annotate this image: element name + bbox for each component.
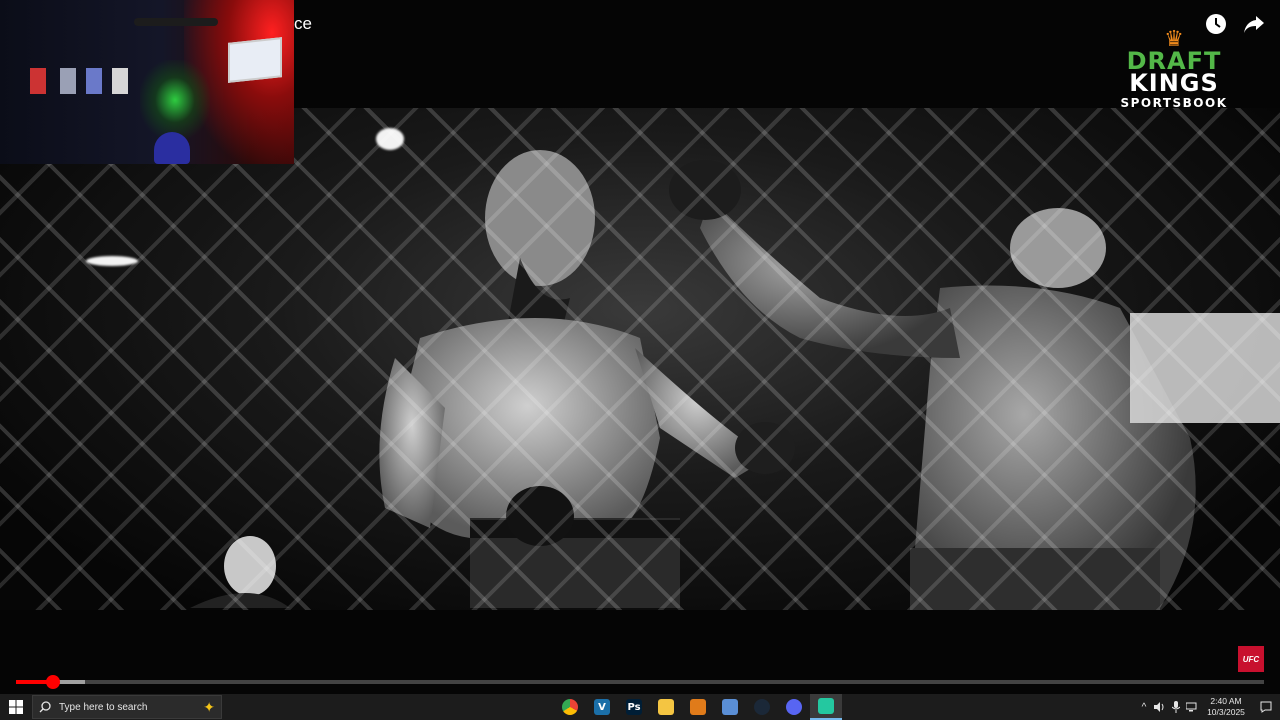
webcam-poster — [112, 68, 128, 94]
taskbar-apps: V Ps — [554, 694, 842, 720]
webcam-poster — [86, 68, 102, 94]
webcam-overlay — [0, 0, 294, 164]
share-icon[interactable] — [1242, 12, 1266, 36]
progress-bar[interactable] — [16, 675, 1264, 689]
logo-line-kings: KINGS — [1129, 69, 1219, 97]
chevron-up-icon[interactable]: ^ — [1136, 694, 1152, 720]
start-button[interactable] — [0, 694, 32, 720]
app-icon — [722, 699, 738, 715]
webcam-poster — [30, 68, 46, 94]
webcam-streamer — [154, 132, 190, 164]
webcam-poster — [60, 68, 76, 94]
notification-icon[interactable] — [1252, 694, 1280, 720]
taskbar-search[interactable]: Type here to search ✦ — [32, 695, 222, 719]
taskbar-app-app[interactable] — [714, 694, 746, 720]
webcam-ceiling-fan — [134, 18, 218, 26]
sparkle-icon: ✦ — [203, 698, 215, 715]
photoshop-icon: Ps — [626, 699, 642, 715]
network-icon[interactable] — [1184, 694, 1200, 720]
taskbar-app-photoshop[interactable]: Ps — [618, 694, 650, 720]
system-clock[interactable]: 2:40 AM 10/3/2025 — [1200, 696, 1252, 718]
windows-taskbar: Type here to search ✦ V Ps ^ 2:40 AM 10/3… — [0, 694, 1280, 720]
video-title: ce — [294, 14, 312, 33]
webcam-tv-screen — [228, 37, 282, 83]
taskbar-app-vegas[interactable]: V — [586, 694, 618, 720]
clock-date: 10/3/2025 — [1207, 707, 1245, 717]
file-explorer-icon — [658, 699, 674, 715]
taskbar-app-browser[interactable] — [682, 694, 714, 720]
discord-icon — [786, 699, 802, 715]
volume-icon[interactable] — [1152, 694, 1168, 720]
fighter-left — [190, 150, 1280, 610]
app-active-icon — [818, 698, 834, 714]
draftkings-sportsbook-logo: ♛ DRAFT KINGS SPORTSBOOK — [1106, 28, 1242, 114]
taskbar-app-app-active[interactable] — [810, 694, 842, 720]
vegas-icon: V — [594, 699, 610, 715]
screen: ce ♛ DRAFT KINGS SPORTSBOOK UFC Type her… — [0, 0, 1280, 720]
ufc-badge[interactable]: UFC — [1238, 646, 1264, 672]
taskbar-app-chrome[interactable] — [554, 694, 586, 720]
taskbar-app-steam[interactable] — [746, 694, 778, 720]
taskbar-app-file-explorer[interactable] — [650, 694, 682, 720]
microphone-icon[interactable] — [1168, 694, 1184, 720]
video-player[interactable]: ce ♛ DRAFT KINGS SPORTSBOOK UFC — [0, 0, 1280, 694]
logo-line-sportsbook: SPORTSBOOK — [1120, 96, 1228, 110]
progress-scrubber[interactable] — [46, 675, 61, 689]
clock-time: 2:40 AM — [1210, 696, 1242, 706]
steam-icon — [754, 699, 770, 715]
windows-icon — [9, 700, 23, 714]
search-icon — [39, 701, 51, 713]
system-tray: ^ 2:40 AM 10/3/2025 — [1136, 694, 1280, 720]
search-placeholder: Type here to search — [59, 701, 148, 713]
chrome-icon — [562, 699, 578, 715]
browser-icon — [690, 699, 706, 715]
webcam-green-light — [140, 60, 210, 140]
taskbar-app-discord[interactable] — [778, 694, 810, 720]
fight-scene-frame — [0, 108, 1280, 610]
